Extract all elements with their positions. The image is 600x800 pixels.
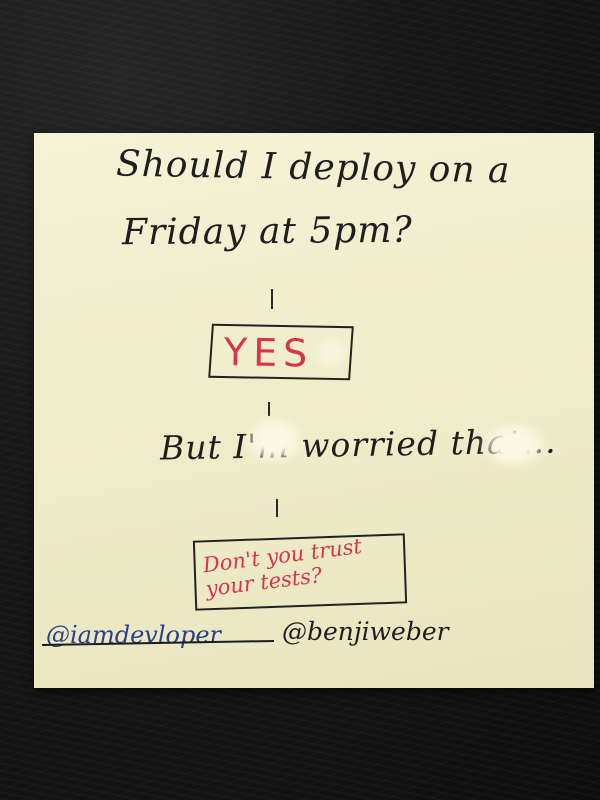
sticky-note: Should I deploy on a Friday at 5pm? YES … [34,133,594,688]
connector-line [271,289,273,309]
whiteout-smudge [310,335,352,371]
retort-text: Don't you trust your tests? [201,534,364,602]
whiteout-smudge [479,421,549,469]
question-line-1: Should I deploy on a [115,143,511,192]
author-handle: @benjiweber [282,617,449,646]
question-line-2: Friday at 5pm? [121,209,413,254]
connector-line [268,402,270,416]
answer-box: YES [208,323,354,381]
connector-line [276,499,278,517]
answer-text: YES [223,329,314,376]
whiteout-smudge [244,415,304,465]
retort-box: Don't you trust your tests? [192,533,408,611]
